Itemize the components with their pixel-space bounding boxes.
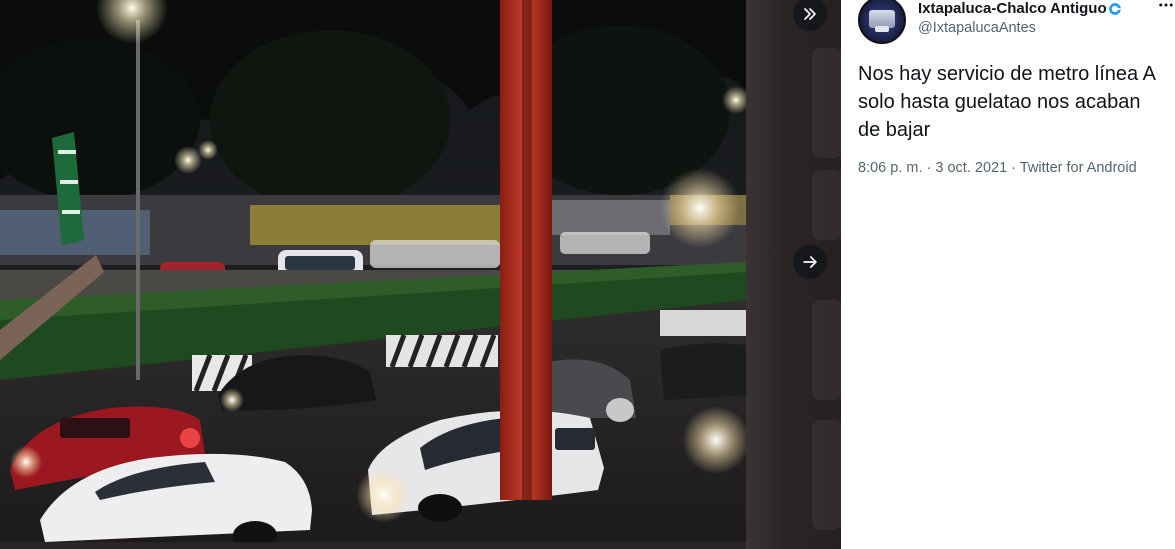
- tweet-panel: Ixtapaluca-Chalco Antiguo @IxtapalucaAnt…: [841, 0, 1175, 549]
- backdrop-shape: [812, 300, 841, 400]
- more-options-button[interactable]: [1154, 0, 1175, 17]
- tweet-meta: 8:06 p. m. · 3 oct. 2021 · Twitter for A…: [858, 158, 1148, 178]
- avatar[interactable]: [858, 0, 906, 44]
- author-handle[interactable]: @IxtapalucaAntes: [918, 20, 1036, 36]
- verified-badge-icon: [1108, 2, 1121, 15]
- meta-separator: ·: [926, 160, 932, 176]
- double-chevron-right-icon: [804, 8, 816, 20]
- night-street-photo: [0, 0, 746, 542]
- media-viewer: [0, 0, 841, 549]
- backdrop-shape: [812, 170, 841, 240]
- tweet-photo[interactable]: [0, 0, 746, 542]
- avatar-logo-base: [875, 26, 889, 32]
- tweet-author: Ixtapaluca-Chalco Antiguo @IxtapalucaAnt…: [858, 0, 1173, 44]
- tweet-time[interactable]: 8:06 p. m.: [858, 160, 922, 176]
- backdrop-shape: [812, 48, 841, 158]
- tweet-date[interactable]: 3 oct. 2021: [935, 160, 1007, 176]
- arrow-right-icon: [803, 256, 817, 268]
- next-media-button[interactable]: [793, 245, 827, 279]
- media-backdrop: [746, 0, 841, 549]
- tweet-source[interactable]: Twitter for Android: [1020, 160, 1137, 176]
- backdrop-shape: [812, 420, 841, 530]
- author-display-name[interactable]: Ixtapaluca-Chalco Antiguo: [918, 0, 1107, 17]
- more-dots-icon: [1159, 3, 1173, 7]
- meta-separator: ·: [1011, 160, 1017, 176]
- tweet-text: Nos hay servicio de metro línea A solo h…: [858, 63, 1155, 141]
